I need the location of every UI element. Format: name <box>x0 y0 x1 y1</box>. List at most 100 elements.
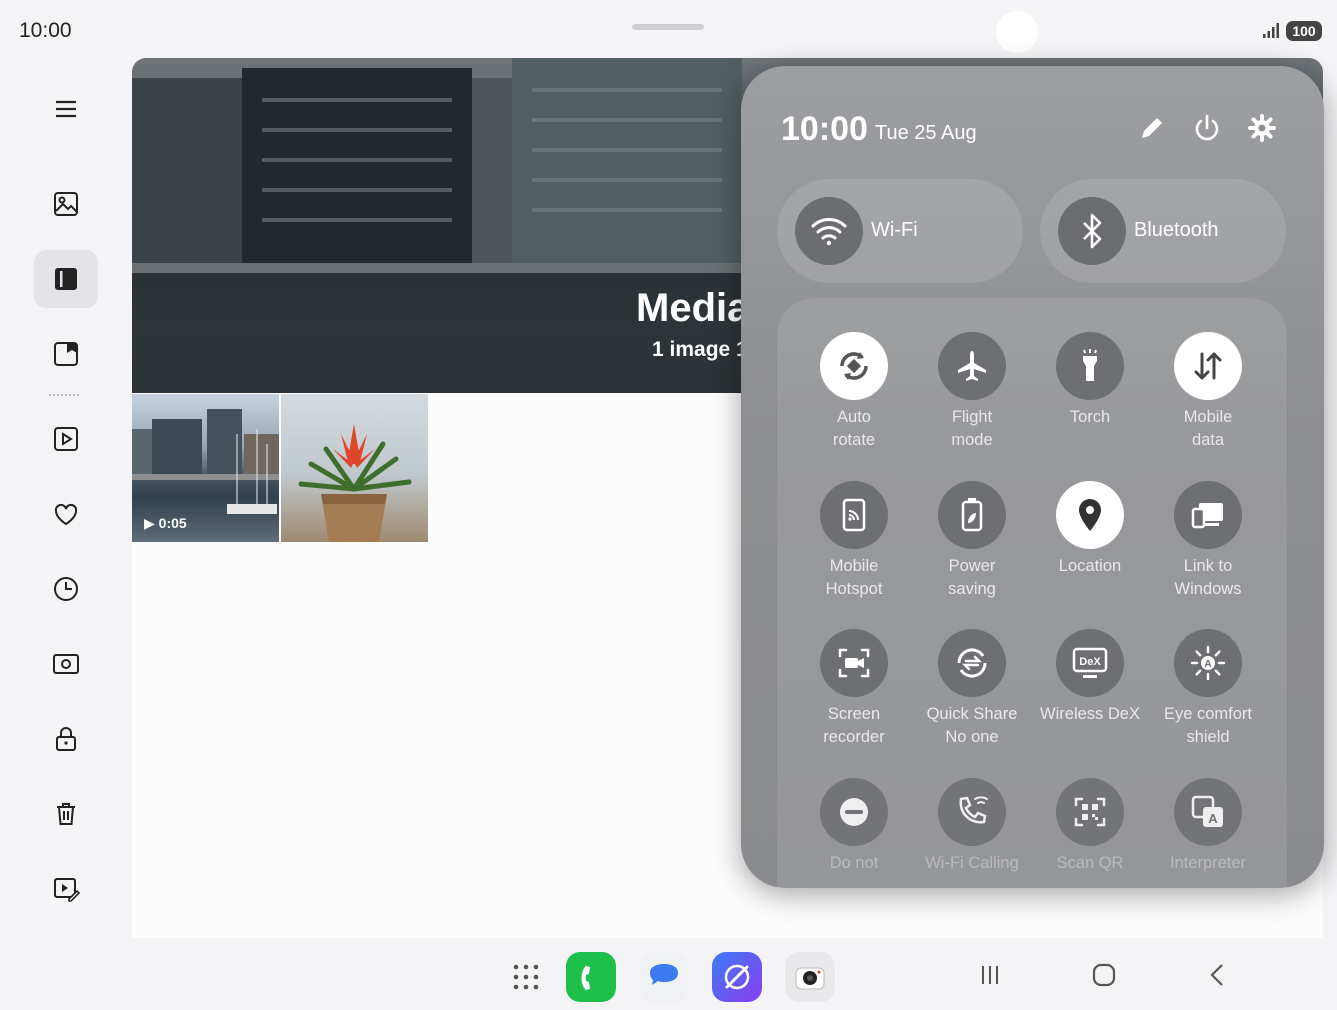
edit-icon[interactable] <box>1137 113 1167 143</box>
tile-label-line1: Quick Share <box>926 705 1018 723</box>
internet-app-icon[interactable] <box>712 952 762 1002</box>
tile-label: Wireless DeX <box>1031 703 1149 726</box>
quick-share-icon <box>938 629 1006 697</box>
interpreter-icon: A <box>1174 778 1242 846</box>
tile-power-saving[interactable]: Power saving <box>913 481 1031 611</box>
image-thumbnail[interactable] <box>281 394 428 542</box>
favourites-icon[interactable] <box>34 485 98 543</box>
tile-label-line1: Flight <box>951 408 993 426</box>
battery-icon: 100 <box>1286 21 1322 41</box>
tile-label: Interpreter <box>1149 852 1267 875</box>
tile-label-line1: Scan QR <box>1056 854 1124 872</box>
svg-text:A: A <box>1204 659 1211 670</box>
tile-label: Screen recorder <box>795 703 913 749</box>
bluetooth-tile[interactable]: Bluetooth <box>1040 179 1286 283</box>
scan-qr-icon <box>1056 778 1124 846</box>
tile-label-line1: Location <box>1058 557 1122 575</box>
hotspot-icon <box>820 481 888 549</box>
tile-location[interactable]: Location <box>1031 481 1149 611</box>
videos-icon[interactable] <box>34 410 98 468</box>
tile-label-line2: shield <box>1186 728 1230 746</box>
drag-handle[interactable] <box>632 24 704 30</box>
tile-mobile-data[interactable]: Mobile data <box>1149 332 1267 462</box>
tile-label: Mobile Hotspot <box>795 555 913 601</box>
tile-label-line1: Link to <box>1183 557 1233 575</box>
tile-label: Eye comfort shield <box>1149 703 1267 749</box>
edit-video-icon[interactable] <box>34 860 98 918</box>
camera-app-icon[interactable] <box>785 952 835 1002</box>
tile-flight-mode[interactable]: Flight mode <box>913 332 1031 462</box>
recents-button[interactable] <box>975 960 1005 990</box>
duration-text: 0:05 <box>158 515 187 531</box>
pictures-icon[interactable] <box>34 175 98 233</box>
tile-label-line1: Eye comfort <box>1163 705 1253 723</box>
power-saving-icon <box>938 481 1006 549</box>
power-icon[interactable] <box>1192 113 1222 143</box>
tile-label-line1: Torch <box>1069 408 1111 426</box>
tile-screen-recorder[interactable]: Screen recorder <box>795 629 913 759</box>
tile-label-line2: recorder <box>823 728 885 746</box>
tile-mobile-hotspot[interactable]: Mobile Hotspot <box>795 481 913 611</box>
tile-quick-share[interactable]: Quick Share No one <box>913 629 1031 759</box>
wifi-tile[interactable]: Wi-Fi <box>777 179 1023 283</box>
dex-text: DeX <box>1079 656 1101 668</box>
panel-time: 10:00 <box>781 110 868 148</box>
rail-divider <box>49 394 79 396</box>
tile-label-line1: Mobile <box>1183 408 1233 426</box>
menu-icon[interactable] <box>34 80 98 138</box>
phone-app-icon[interactable] <box>566 952 616 1002</box>
messages-app-icon[interactable] <box>639 952 689 1002</box>
tile-label: Location <box>1031 555 1149 578</box>
wifi-icon <box>795 197 863 265</box>
tile-label-line2: rotate <box>832 431 876 449</box>
tile-wireless-dex[interactable]: DeX Wireless DeX <box>1031 629 1149 759</box>
svg-text:A: A <box>1208 811 1218 826</box>
eye-comfort-icon: A <box>1174 629 1242 697</box>
wifi-label: Wi-Fi <box>871 219 918 241</box>
tile-torch[interactable]: Torch <box>1031 332 1149 462</box>
tile-wifi-calling[interactable]: Wi-Fi Calling <box>913 778 1031 888</box>
panel-date: Tue 25 Aug <box>875 122 977 144</box>
secure-folder-icon[interactable] <box>34 710 98 768</box>
tile-label: Torch <box>1031 406 1149 429</box>
airplane-icon <box>938 332 1006 400</box>
quick-panel: 10:00 Tue 25 Aug Wi-Fi Bluetooth Auto rot… <box>741 66 1324 888</box>
bluetooth-icon <box>1058 197 1126 265</box>
screenshots-icon[interactable] <box>34 635 98 693</box>
tile-label: Scan QR <box>1031 852 1149 875</box>
tile-label-line1: Do not <box>829 854 879 872</box>
tile-auto-rotate[interactable]: Auto rotate <box>795 332 913 462</box>
tile-label-line2: Hotspot <box>825 580 883 598</box>
settings-icon[interactable] <box>1247 113 1277 143</box>
tile-label-line2: mode <box>951 431 993 449</box>
recent-icon[interactable] <box>34 560 98 618</box>
tile-label: Power saving <box>913 555 1031 601</box>
tile-link-to-windows[interactable]: Link to Windows <box>1149 481 1267 611</box>
tiles-grid: Auto rotate Flight mode Torch Mobile data <box>777 298 1287 888</box>
tile-label-line1: Auto <box>837 408 871 426</box>
apps-grid-icon[interactable] <box>501 952 551 1002</box>
home-button[interactable] <box>1089 960 1119 990</box>
wifi-calling-icon <box>938 778 1006 846</box>
status-bar: 10:00 100 <box>0 0 1337 58</box>
mobile-data-icon <box>1174 332 1242 400</box>
recycle-bin-icon[interactable] <box>34 785 98 843</box>
tile-label-line2: saving <box>948 580 996 598</box>
tile-interpreter[interactable]: A Interpreter <box>1149 778 1267 888</box>
tile-label: Link to Windows <box>1149 555 1267 601</box>
tile-eye-comfort[interactable]: A Eye comfort shield <box>1149 629 1267 759</box>
tile-label: Flight mode <box>913 406 1031 452</box>
location-icon <box>1056 481 1124 549</box>
tile-label-line1: Wireless DeX <box>1040 705 1140 723</box>
stories-icon[interactable] <box>34 325 98 383</box>
tile-label-line1: Mobile <box>829 557 879 575</box>
link-windows-icon <box>1174 481 1242 549</box>
video-thumbnail[interactable]: ▶ 0:05 <box>132 394 279 542</box>
tile-label: Quick Share No one <box>913 703 1031 749</box>
camera-cutout <box>996 11 1038 53</box>
back-button[interactable] <box>1203 960 1233 990</box>
albums-icon[interactable] <box>34 250 98 308</box>
tile-do-not-disturb[interactable]: Do not <box>795 778 913 888</box>
tile-scan-qr[interactable]: Scan QR <box>1031 778 1149 888</box>
tile-label-line2: Windows <box>1174 580 1242 598</box>
